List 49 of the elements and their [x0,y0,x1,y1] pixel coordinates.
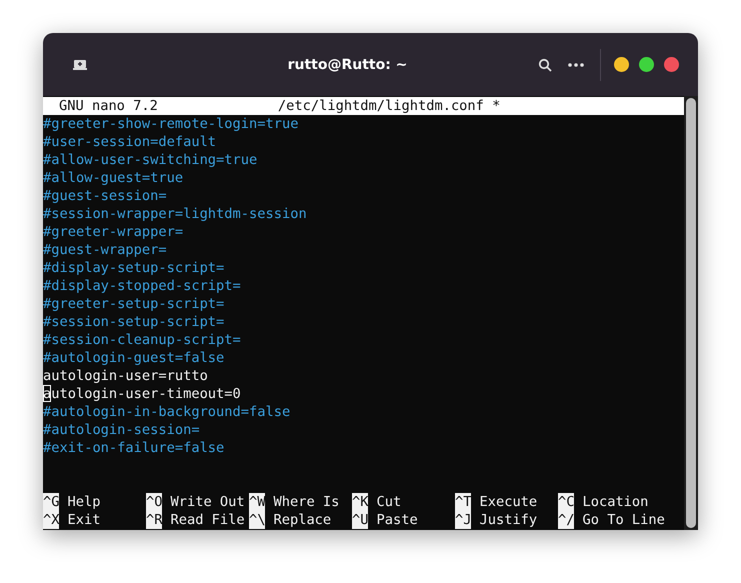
shortcut-label: Location [582,493,648,511]
comment-line: #display-setup-script= [43,260,224,276]
shortcut-key: ^G [43,493,60,511]
file-path: /etc/lightdm/lightdm.conf * [278,97,500,115]
comment-line: #session-setup-script= [43,314,224,330]
shortcut-key: ^O [146,493,162,511]
comment-line: #exit-on-failure=false [43,440,224,456]
comment-line: #greeter-wrapper= [43,224,184,240]
shortcut-key: ^W [249,493,266,511]
scrollbar[interactable] [684,96,698,530]
shortcut-key: ^T [455,493,472,511]
comment-line: #allow-user-switching=true [43,152,258,168]
shortcut-key: ^C [558,493,574,511]
window-title: rutto@Rutto: ~ [286,56,408,72]
shortcut-label: Paste [376,511,418,529]
shortcut-label: Write Out [170,493,245,511]
shortcut-key: ^R [146,511,162,529]
comment-line: #autologin-in-background=false [43,404,290,420]
shortcut-key: ^/ [558,511,574,529]
shortcut-label: Go To Line [582,511,665,529]
maximize-button[interactable] [639,57,654,72]
comment-line: #greeter-show-remote-login=true [43,116,298,132]
shortcut-label: Execute [479,493,538,511]
shortcut-label: Exit [67,511,100,529]
app-version: GNU nano 7.2 [59,97,158,115]
shortcut-label: Cut [376,493,402,511]
shortcut-label: Help [67,493,100,511]
shortcut-label: Read File [170,511,245,529]
shortcut-key: ^K [352,493,368,511]
shortcut-label: Replace [273,511,332,529]
shortcut-label: Where Is [273,493,340,511]
comment-line: #user-session=default [43,134,216,150]
comment-line: #autologin-session= [43,422,200,438]
comment-line: #display-stopped-script= [43,278,241,294]
comment-line: #session-wrapper=lightdm-session [43,206,307,222]
shortcut-key: ^X [43,511,60,529]
config-line: autologin-user=rutto [43,368,208,384]
comment-line: #guest-wrapper= [43,242,167,258]
shortcut-label: Justify [479,511,538,529]
minimize-button[interactable] [614,57,629,72]
comment-line: #greeter-setup-script= [43,296,224,312]
shortcut-key: ^J [455,511,472,529]
shortcut-key: ^U [352,511,368,529]
comment-line: #allow-guest=true [43,170,184,186]
close-button[interactable] [664,57,679,72]
comment-line: #session-cleanup-script= [43,332,241,348]
shortcut-key: ^\ [249,511,266,529]
comment-line: #guest-session= [43,188,167,204]
comment-line: #autologin-guest=false [43,350,224,366]
